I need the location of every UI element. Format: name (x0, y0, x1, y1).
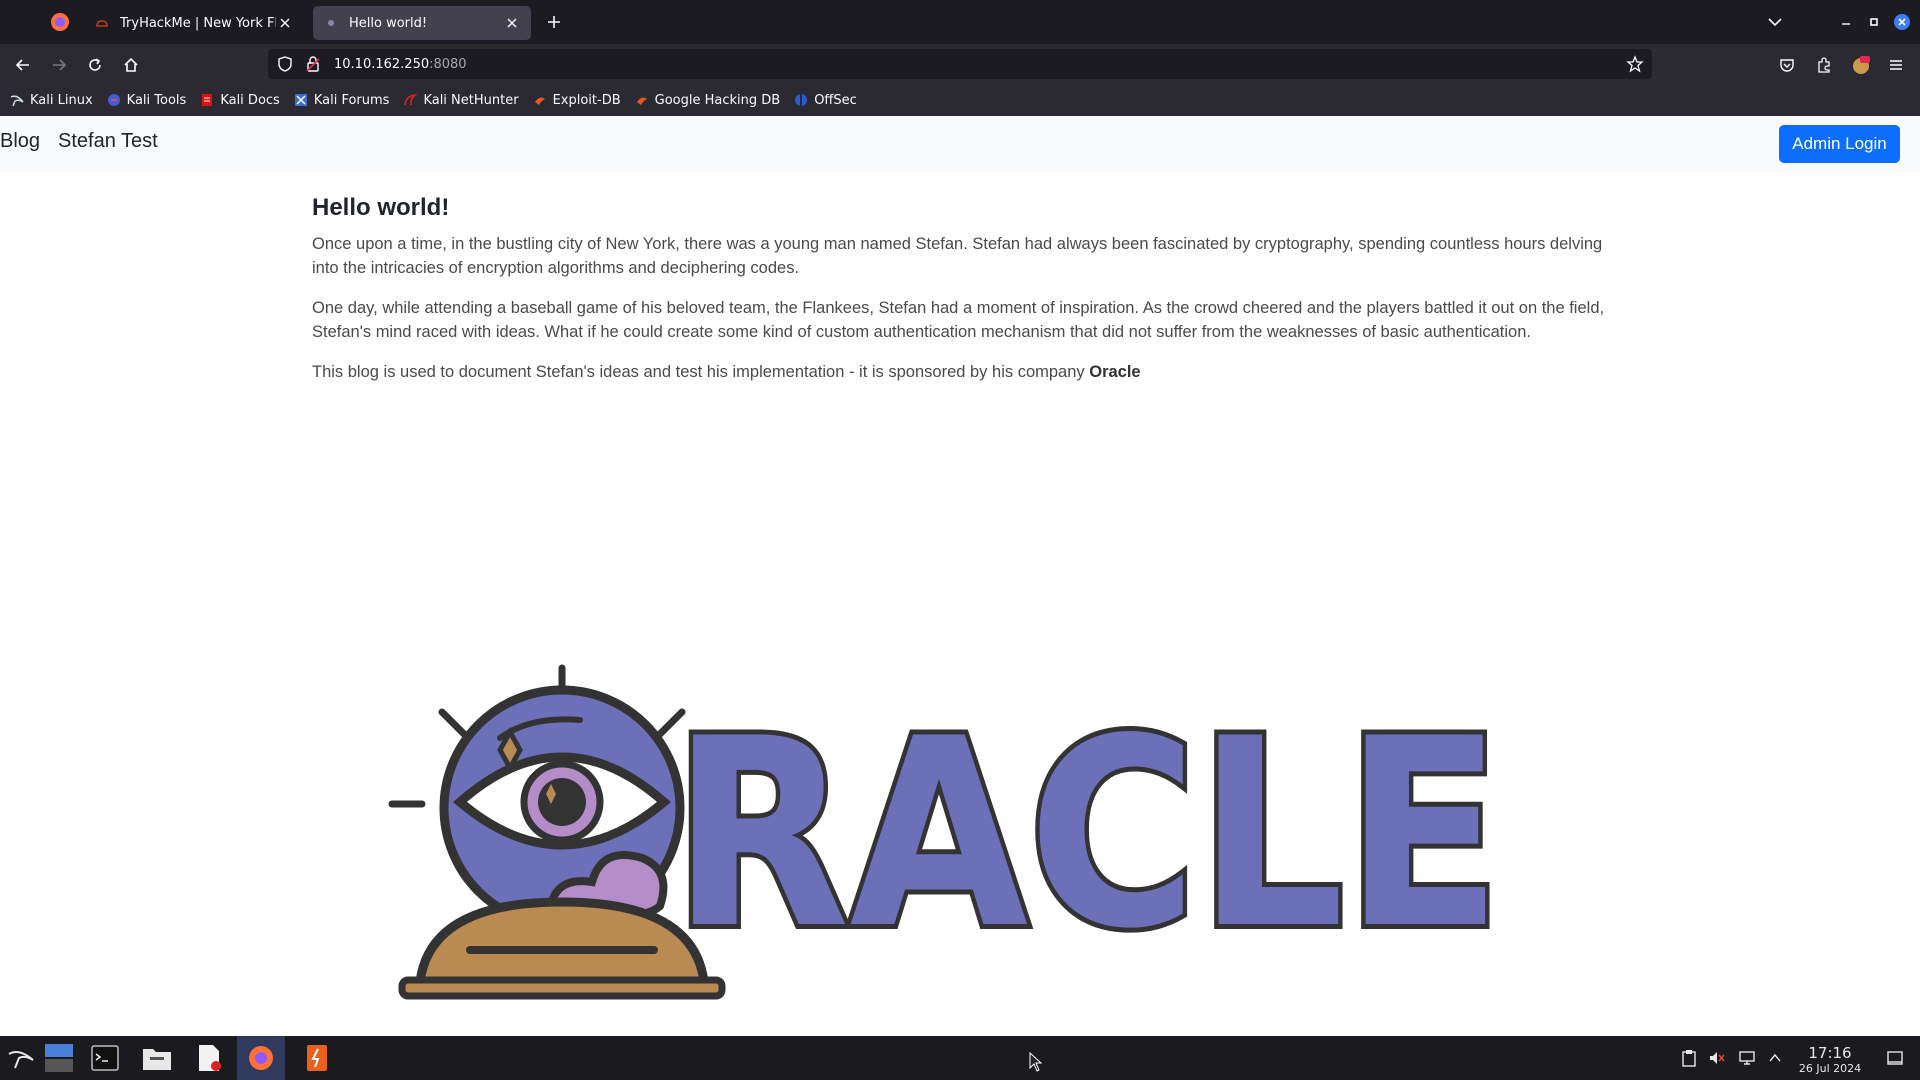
tab-label: TryHackMe | New York Fla (120, 15, 276, 31)
insecure-lock-icon[interactable] (304, 55, 322, 73)
bookmark-kali-docs[interactable]: Kali Docs (200, 93, 280, 108)
bookmark-label: OffSec (814, 92, 857, 108)
burp-suite-icon[interactable] (300, 1042, 334, 1074)
os-taskbar: 17:16 26 Jul 2024 (0, 1036, 1920, 1080)
close-tab-icon[interactable] (276, 14, 294, 32)
kali-icon (10, 93, 24, 107)
volume-muted-icon[interactable] (1700, 1042, 1734, 1074)
hamburger-menu-icon[interactable] (1885, 54, 1907, 76)
post-paragraph-1: Once upon a time, in the bustling city o… (312, 235, 1603, 277)
navbar-brand[interactable]: Blog (0, 130, 40, 153)
maximize-icon[interactable] (1864, 12, 1884, 32)
post-paragraph-3-text: This blog is used to document Stefan's i… (312, 363, 1090, 381)
bookmark-kali-nethunter[interactable]: Kali NetHunter (403, 92, 519, 108)
bookmarks-toolbar: Kali Linux Kali Tools Kali Docs Kali For… (0, 84, 1920, 116)
tryhackme-favicon-icon (94, 15, 110, 31)
bookmark-google-hacking-db[interactable]: Google Hacking DB (635, 92, 781, 108)
forward-arrow-icon[interactable] (46, 52, 72, 78)
file-manager-icon[interactable] (140, 1042, 174, 1074)
post-paragraph-3: This blog is used to document Stefan's i… (312, 360, 1612, 384)
bookmark-label: Google Hacking DB (654, 92, 781, 108)
post-paragraph-2: One day, while attending a baseball game… (312, 299, 1605, 341)
post-title: Hello world! (312, 194, 450, 221)
minimize-icon[interactable] (1836, 12, 1856, 32)
firefox-taskbar-icon[interactable] (237, 1036, 285, 1080)
blog-post: Hello world! Once upon a time, in the bu… (312, 194, 1612, 400)
workspace-switcher-icon[interactable] (42, 1042, 76, 1074)
bookmark-kali-tools[interactable]: Kali Tools (107, 92, 187, 108)
bookmark-label: Kali Linux (30, 92, 93, 108)
exploit-db-icon (533, 93, 547, 107)
home-icon[interactable] (118, 52, 144, 78)
bookmark-label: Kali NetHunter (423, 92, 519, 108)
tab-bar: TryHackMe | New York Fla Hello world! (0, 0, 1920, 44)
bookmark-label: Kali Docs (220, 92, 280, 108)
kali-docs-icon (200, 93, 214, 107)
close-window-icon[interactable] (1892, 12, 1912, 32)
bookmark-label: Kali Tools (126, 92, 187, 108)
kali-menu-icon[interactable] (4, 1042, 38, 1074)
clock-date: 26 Jul 2024 (1798, 1062, 1862, 1075)
company-name: Oracle (1089, 363, 1141, 381)
page-viewport: Blog Stefan Test Admin Login Hello world… (0, 116, 1920, 1036)
tray-expand-chevron-up-icon[interactable] (1758, 1042, 1792, 1074)
nethunter-icon (403, 93, 418, 107)
tab-tryhackme[interactable]: TryHackMe | New York Fla (84, 6, 304, 40)
kali-tools-icon (107, 93, 121, 107)
bookmark-exploit-db[interactable]: Exploit-DB (533, 93, 621, 108)
navigation-toolbar: 10.10.162.250:8080 (0, 44, 1920, 84)
nav-link-stefan-test[interactable]: Stefan Test (58, 130, 158, 153)
system-clock[interactable]: 17:16 26 Jul 2024 (1796, 1044, 1864, 1075)
tracking-protection-shield-icon[interactable] (276, 55, 294, 73)
oracle-logo: RACLE (388, 664, 1507, 1000)
tab-label: Hello world! (349, 15, 428, 31)
text-editor-icon[interactable] (192, 1042, 226, 1074)
url-port: :8080 (429, 56, 467, 72)
terminal-icon[interactable] (88, 1042, 122, 1074)
bookmark-kali-forums[interactable]: Kali Forums (294, 92, 390, 108)
extensions-puzzle-icon[interactable] (1813, 54, 1835, 76)
bookmark-label: Exploit-DB (552, 92, 621, 108)
firefox-view-icon[interactable] (48, 10, 72, 34)
url-host: 10.10.162.250 (334, 56, 430, 72)
clock-time: 17:16 (1808, 1044, 1852, 1062)
site-navbar: Blog Stefan Test Admin Login (0, 116, 1920, 172)
ghdb-icon (635, 93, 649, 107)
logo-wordmark: RACLE (672, 684, 1502, 986)
profile-avatar-icon[interactable] (1850, 54, 1872, 76)
address-bar[interactable]: 10.10.162.250:8080 (268, 49, 1652, 79)
mouse-cursor-icon (1029, 1051, 1043, 1072)
kali-forums-icon (294, 93, 308, 107)
offsec-icon (794, 93, 808, 107)
bookmark-label: Kali Forums (313, 92, 390, 108)
bookmark-kali-linux[interactable]: Kali Linux (10, 93, 93, 108)
bookmark-star-icon[interactable] (1626, 55, 1644, 73)
close-tab-icon[interactable] (503, 14, 521, 32)
admin-login-button[interactable]: Admin Login (1779, 125, 1900, 163)
bookmark-offsec[interactable]: OffSec (794, 93, 857, 108)
reload-icon[interactable] (82, 52, 108, 78)
url-text: 10.10.162.250:8080 (334, 57, 467, 72)
new-tab-plus-icon[interactable] (543, 11, 565, 33)
list-tabs-chevron-down-icon[interactable] (1764, 11, 1786, 33)
tab-hello-world[interactable]: Hello world! (313, 6, 531, 40)
pocket-icon[interactable] (1776, 54, 1798, 76)
page-favicon-icon (323, 15, 339, 31)
back-arrow-icon[interactable] (10, 52, 36, 78)
show-desktop-icon[interactable] (1878, 1042, 1912, 1074)
